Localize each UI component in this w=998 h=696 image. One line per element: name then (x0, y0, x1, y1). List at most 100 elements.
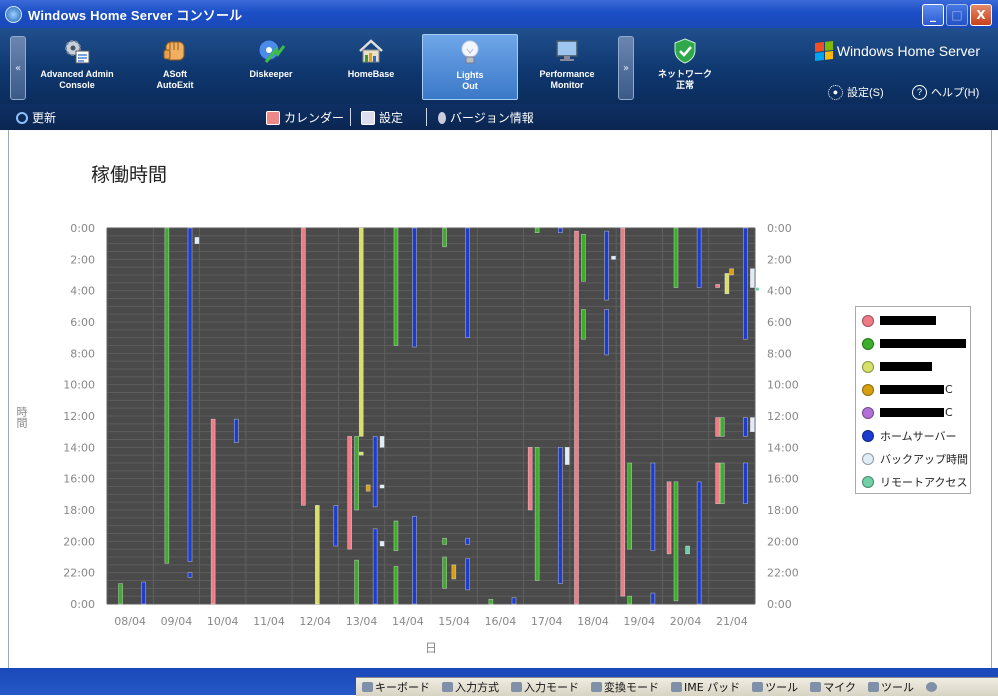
uptime-bar (465, 558, 471, 591)
scroll-left-button[interactable]: « (10, 36, 26, 100)
legend-swatch (862, 406, 874, 419)
uptime-bar (627, 462, 633, 550)
legend-swatch (862, 337, 874, 350)
x-tick-label: 09/04 (161, 615, 193, 628)
settings-label: 設定(S) (847, 87, 884, 99)
help-link[interactable]: ? ヘルプ(H) (912, 84, 979, 100)
x-tick-label: 11/04 (253, 615, 285, 628)
uptime-bar (465, 537, 471, 545)
uptime-bar (604, 309, 609, 356)
ime-input-method[interactable]: 入力方式 (436, 679, 505, 695)
y-tick-label-right: 0:00 (767, 598, 792, 611)
y-tick-label-right: 10:00 (767, 379, 799, 392)
x-tick-label: 20/04 (670, 615, 702, 628)
lightbulb-icon (461, 40, 479, 64)
redacted-label (880, 362, 932, 371)
uptime-bar (650, 592, 656, 605)
uptime-bar (696, 481, 702, 605)
legend-item: C (856, 401, 970, 424)
uptime-bar (724, 273, 730, 295)
ime-tools-2[interactable]: ツール (862, 679, 920, 695)
uptime-bar (210, 418, 216, 605)
tool-label-line1: Advanced Admin (40, 69, 114, 79)
ime-help[interactable] (920, 682, 943, 692)
uptime-bar (354, 559, 359, 605)
tab-lights-out[interactable]: Lights Out (422, 34, 518, 100)
legend-item: バックアップ時間 (856, 447, 970, 470)
maximize-button[interactable]: □ (946, 4, 968, 26)
ime-mic[interactable]: マイク (804, 679, 862, 695)
uptime-bar (314, 504, 320, 605)
uptime-bar (358, 227, 364, 437)
tab-diskeeper[interactable]: Diskeeper (224, 34, 318, 98)
brand-text: Windows Home Server (836, 43, 980, 59)
tab-advanced-admin-console[interactable]: Advanced Admin Console (30, 34, 124, 98)
legend-label: C (945, 406, 953, 419)
uptime-bar (393, 227, 399, 346)
version-info-button[interactable]: バージョン情報 (438, 109, 534, 126)
network-status[interactable]: ネットワーク 正常 (638, 34, 732, 98)
redacted-label (880, 385, 944, 394)
settings-command[interactable]: 設定 (361, 109, 403, 126)
x-tick-label: 15/04 (438, 615, 470, 628)
tool-icon (867, 682, 879, 692)
shield-check-icon (674, 38, 696, 64)
uptime-bar (187, 227, 193, 563)
refresh-button[interactable]: 更新 (16, 109, 56, 126)
content-pane: 稼働時間 時間 0:00 0:00 2:00 2:00 4:00 4:00 6:00 6:00… (8, 130, 992, 668)
uptime-bar (754, 287, 760, 291)
uptime-bar (442, 227, 447, 248)
ime-language-bar[interactable]: キーボード 入力方式 入力モード 変換モード IME パッド ツール マイク ツ… (356, 677, 998, 696)
ime-convert-mode[interactable]: 変換モード (585, 679, 665, 695)
gears-icon (65, 40, 90, 64)
ime-pad[interactable]: IME パッド (665, 679, 746, 695)
uptime-bar (301, 227, 306, 506)
x-tick-label: 17/04 (531, 615, 563, 628)
windows-home-server-logo: Windows Home Server (814, 41, 980, 61)
legend-label: バックアップ時間 (880, 452, 968, 466)
uptime-bar (354, 436, 359, 511)
uptime-bar (564, 447, 570, 465)
uptime-bar (379, 436, 385, 448)
uptime-bar (347, 436, 352, 550)
uptime-bar (685, 545, 690, 555)
tab-asoft-autoexit[interactable]: ASoft AutoExit (128, 34, 222, 98)
uptime-bar (719, 417, 725, 437)
tab-performance-monitor[interactable]: Performance Monitor (520, 34, 614, 98)
bulb-icon (438, 111, 446, 124)
uptime-bar (393, 566, 399, 605)
minimize-button[interactable]: _ (922, 4, 944, 26)
uptime-bar (365, 484, 371, 492)
legend-item: C (856, 378, 970, 401)
y-tick-label-left: 8:00 (70, 347, 95, 360)
settings-link[interactable]: ● 設定(S) (828, 84, 884, 100)
y-tick-label-right: 12:00 (767, 410, 799, 423)
calendar-button[interactable]: カレンダー (266, 109, 344, 126)
tab-homebase[interactable]: HomeBase (324, 34, 418, 98)
monitor-icon (556, 40, 578, 61)
uptime-bar (719, 462, 725, 505)
gear-icon: ● (828, 84, 843, 100)
y-tick-label-left: 2:00 (70, 253, 95, 266)
x-tick-label: 14/04 (392, 615, 424, 628)
x-tick-label: 16/04 (485, 615, 517, 628)
redacted-label (880, 316, 936, 325)
uptime-bar (511, 597, 517, 605)
y-tick-label-right: 22:00 (767, 567, 799, 580)
legend-swatch (862, 383, 874, 396)
uptime-bar (604, 230, 609, 301)
uptime-bar (715, 417, 720, 437)
x-tick-label: 18/04 (577, 615, 609, 628)
ime-keyboard[interactable]: キーボード (356, 679, 436, 695)
ime-input-mode[interactable]: 入力モード (505, 679, 585, 695)
x-tick-label: 10/04 (207, 615, 239, 628)
y-tick-label-right: 18:00 (767, 504, 799, 517)
y-tick-label-left: 10:00 (63, 379, 95, 392)
close-button[interactable]: X (970, 4, 992, 26)
scroll-right-button[interactable]: » (618, 36, 634, 100)
window-title-bar[interactable]: Windows Home Server コンソール _ □ X (0, 0, 998, 28)
ime-tools[interactable]: ツール (746, 679, 804, 695)
uptime-bar (412, 227, 417, 348)
network-label: ネットワーク (657, 69, 712, 79)
y-tick-label-left: 6:00 (70, 316, 95, 329)
